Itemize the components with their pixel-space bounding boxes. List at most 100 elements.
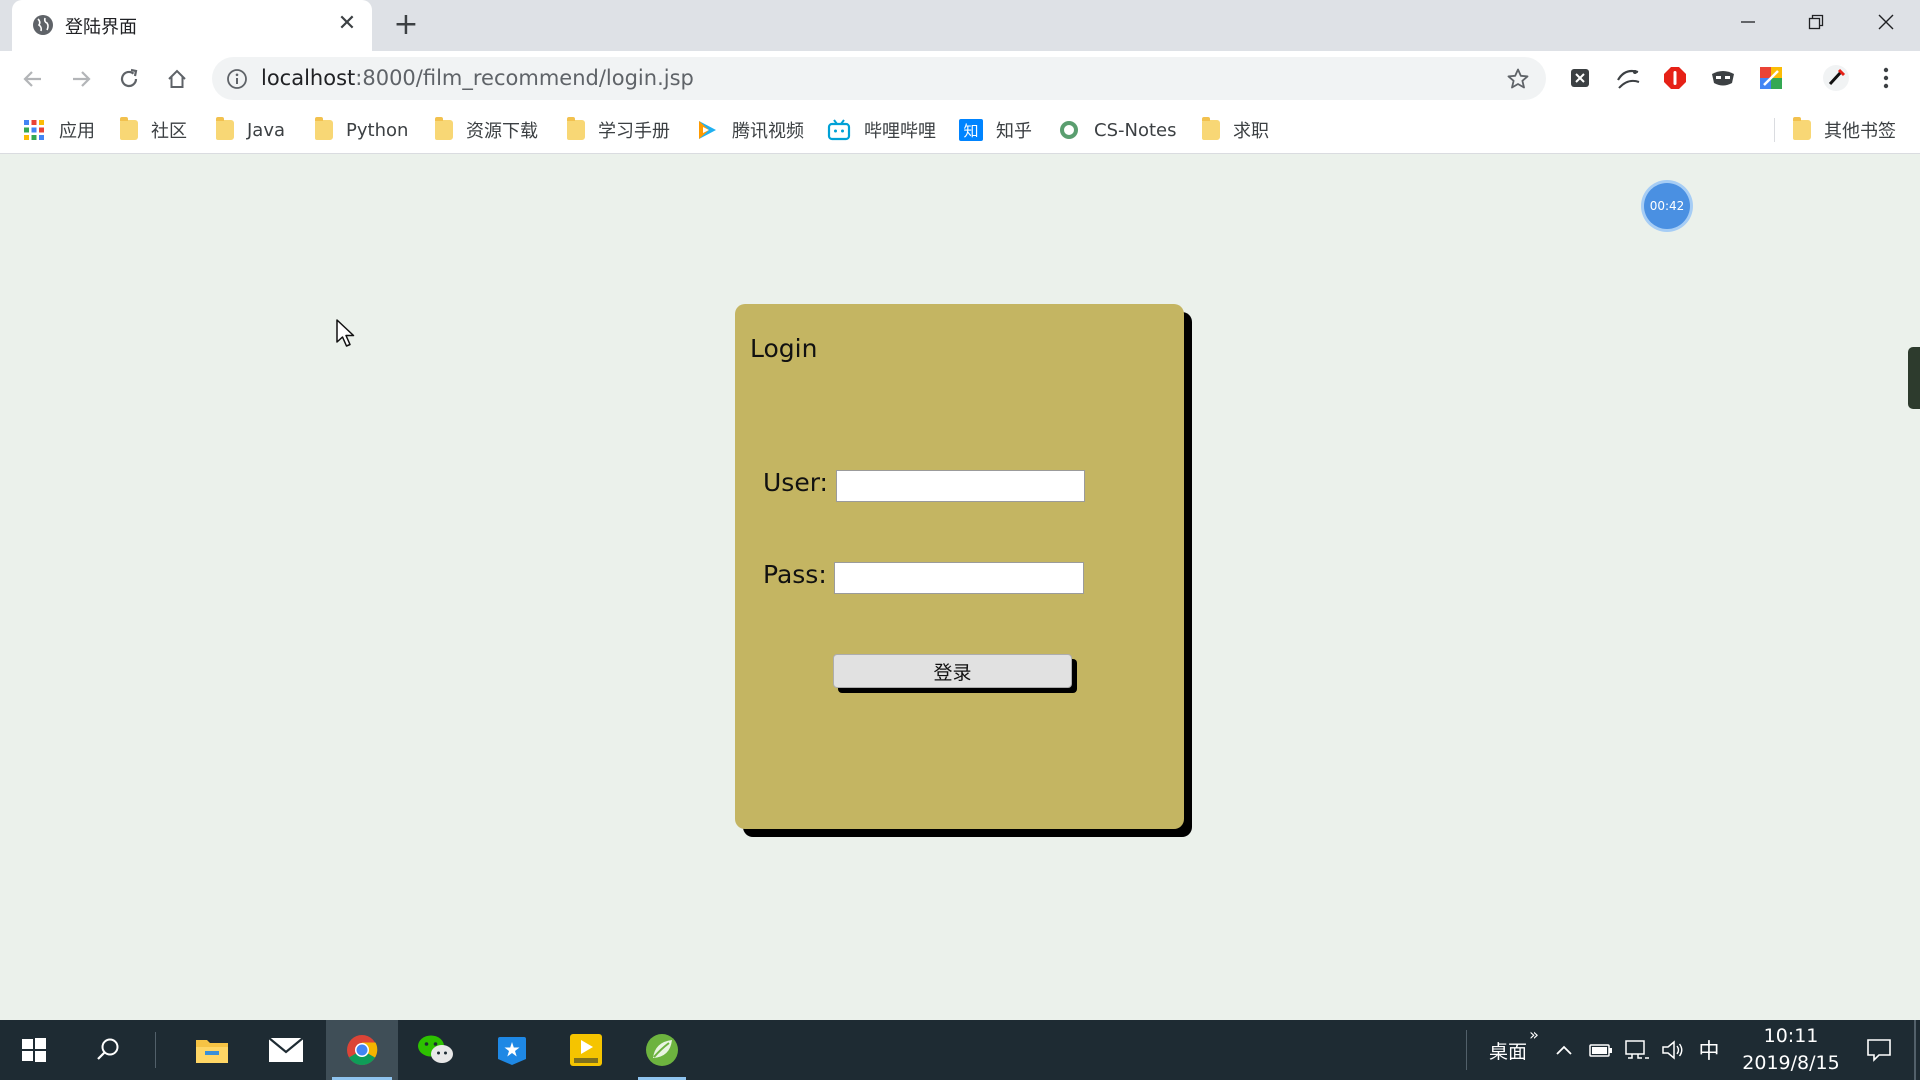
url-text[interactable]: localhost:8000/film_recommend/login.jsp: [261, 66, 694, 90]
bookmark-label: 社区: [151, 121, 187, 142]
folder-icon: [435, 117, 453, 140]
bookmark-bilibili[interactable]: 哔哩哔哩: [827, 116, 936, 144]
battery-icon: [1589, 1044, 1612, 1057]
timer-badge[interactable]: 00:42: [1644, 183, 1690, 229]
taskbar-divider: [155, 1032, 156, 1068]
taskbar-file-explorer[interactable]: [182, 1020, 242, 1080]
taskbar-app-star[interactable]: [482, 1020, 542, 1080]
info-icon[interactable]: [226, 68, 248, 90]
tray-expand-button[interactable]: [1552, 1020, 1576, 1080]
bookmark-label: 应用: [59, 121, 95, 142]
forward-button[interactable]: [62, 60, 100, 98]
bookmark-label: CS-Notes: [1094, 119, 1177, 141]
bookmark-label: 学习手册: [598, 121, 670, 142]
bookmarks-divider: [1774, 118, 1775, 142]
tab-title: 登陆界面: [65, 17, 137, 38]
url-path: :8000/film_recommend/login.jsp: [355, 66, 694, 90]
more-vertical-icon: [1883, 67, 1889, 89]
folder-icon: [315, 117, 333, 140]
restore-button[interactable]: [1782, 0, 1850, 44]
star-icon[interactable]: [1506, 67, 1530, 91]
clock-time[interactable]: 10:11: [1746, 1025, 1836, 1047]
taskbar-spring[interactable]: [632, 1020, 692, 1080]
search-button[interactable]: [78, 1020, 138, 1080]
taskbar-divider: [1466, 1030, 1467, 1070]
arrow-left-icon: [23, 71, 41, 87]
pass-label: Pass:: [763, 560, 827, 589]
bookmark-folder[interactable]: 资源下载: [435, 116, 538, 144]
taskbar-chrome[interactable]: [326, 1020, 398, 1080]
extension-translate-icon[interactable]: [1613, 63, 1643, 93]
network-icon: [1625, 1040, 1649, 1059]
folder-icon: [196, 1040, 228, 1063]
toolbar-chevron[interactable]: »: [1526, 1004, 1542, 1064]
bookmark-zhihu[interactable]: 知 知乎: [959, 116, 1032, 144]
restore-icon: [1808, 14, 1824, 30]
bookmark-folder[interactable]: 求职: [1202, 116, 1269, 144]
folder-icon: [216, 117, 234, 140]
chevron-up-icon: [1556, 1045, 1572, 1055]
minimize-button[interactable]: [1714, 0, 1782, 44]
pass-input[interactable]: [834, 562, 1084, 594]
volume-tray-icon[interactable]: [1658, 1020, 1688, 1080]
new-tab-button[interactable]: +: [390, 10, 422, 42]
close-window-button[interactable]: [1852, 0, 1920, 44]
address-bar[interactable]: localhost:8000/film_recommend/login.jsp: [212, 57, 1546, 100]
windows-icon: [22, 1038, 46, 1062]
extension-colorful-icon[interactable]: [1756, 63, 1786, 93]
globe-icon: [33, 15, 53, 35]
bookmark-folder[interactable]: Java: [216, 116, 285, 144]
folder-icon: [567, 117, 585, 140]
network-tray-icon[interactable]: [1622, 1020, 1652, 1080]
battery-tray-icon[interactable]: [1586, 1020, 1616, 1080]
start-button[interactable]: [4, 1020, 64, 1080]
leaf-icon: [646, 1034, 678, 1066]
player-icon: [570, 1034, 602, 1066]
folder-icon: [120, 117, 138, 140]
bookmark-other-folder[interactable]: 其他书签: [1793, 116, 1896, 144]
tab-close-icon[interactable]: ✕: [334, 12, 360, 38]
bookmark-folder[interactable]: Python: [315, 116, 408, 144]
show-desktop-button[interactable]: [1914, 1020, 1916, 1080]
bookmark-tencent-video[interactable]: 腾讯视频: [695, 116, 804, 144]
reload-button[interactable]: [110, 60, 148, 98]
taskbar-player[interactable]: [556, 1020, 616, 1080]
ime-indicator[interactable]: 中: [1694, 1020, 1724, 1080]
bookmark-folder[interactable]: 社区: [120, 116, 187, 144]
user-input[interactable]: [836, 470, 1085, 502]
action-center-button[interactable]: [1854, 1020, 1904, 1080]
profile-avatar[interactable]: [1821, 63, 1851, 93]
bookmark-label: Python: [346, 119, 409, 141]
bookmark-apps[interactable]: 应用: [22, 116, 95, 144]
bookmark-label: 哔哩哔哩: [864, 121, 936, 142]
bookmark-folder[interactable]: 学习手册: [567, 116, 670, 144]
home-icon: [168, 69, 186, 88]
zhihu-icon: 知: [959, 119, 983, 141]
home-button[interactable]: [158, 60, 196, 98]
bookmarks-bar: 应用 社区 Java Python 资源下载 学习手册 腾讯视频 哔哩哔哩 知 …: [0, 106, 1920, 154]
volume-icon: [1662, 1040, 1683, 1060]
browser-toolbar: localhost:8000/film_recommend/login.jsp: [0, 51, 1920, 106]
url-host: localhost: [261, 66, 356, 90]
mail-icon: [268, 1037, 304, 1062]
reload-icon: [120, 68, 138, 88]
extension-mask-icon[interactable]: [1708, 63, 1738, 93]
extension-adblock-icon[interactable]: [1660, 63, 1690, 93]
clock-date[interactable]: 2019/8/15: [1728, 1052, 1854, 1074]
login-button[interactable]: 登录: [833, 654, 1072, 688]
avatar-icon: [1823, 65, 1849, 91]
notes-circle-icon: [1060, 121, 1078, 139]
login-title: Login: [750, 334, 818, 363]
star-app-icon: [498, 1037, 526, 1065]
bookmark-cs-notes[interactable]: CS-Notes: [1057, 116, 1176, 144]
extension-x-icon[interactable]: [1565, 63, 1595, 93]
tab-strip: 登陆界面 ✕ +: [0, 0, 1920, 51]
bookmark-label: 资源下载: [466, 121, 538, 142]
browser-menu-button[interactable]: [1871, 63, 1901, 93]
browser-tab-active[interactable]: 登陆界面 ✕: [12, 0, 372, 51]
back-button[interactable]: [14, 60, 52, 98]
taskbar-mail[interactable]: [256, 1020, 316, 1080]
taskbar-wechat[interactable]: [406, 1020, 466, 1080]
side-handle[interactable]: [1908, 347, 1920, 409]
user-label: User:: [763, 468, 828, 497]
